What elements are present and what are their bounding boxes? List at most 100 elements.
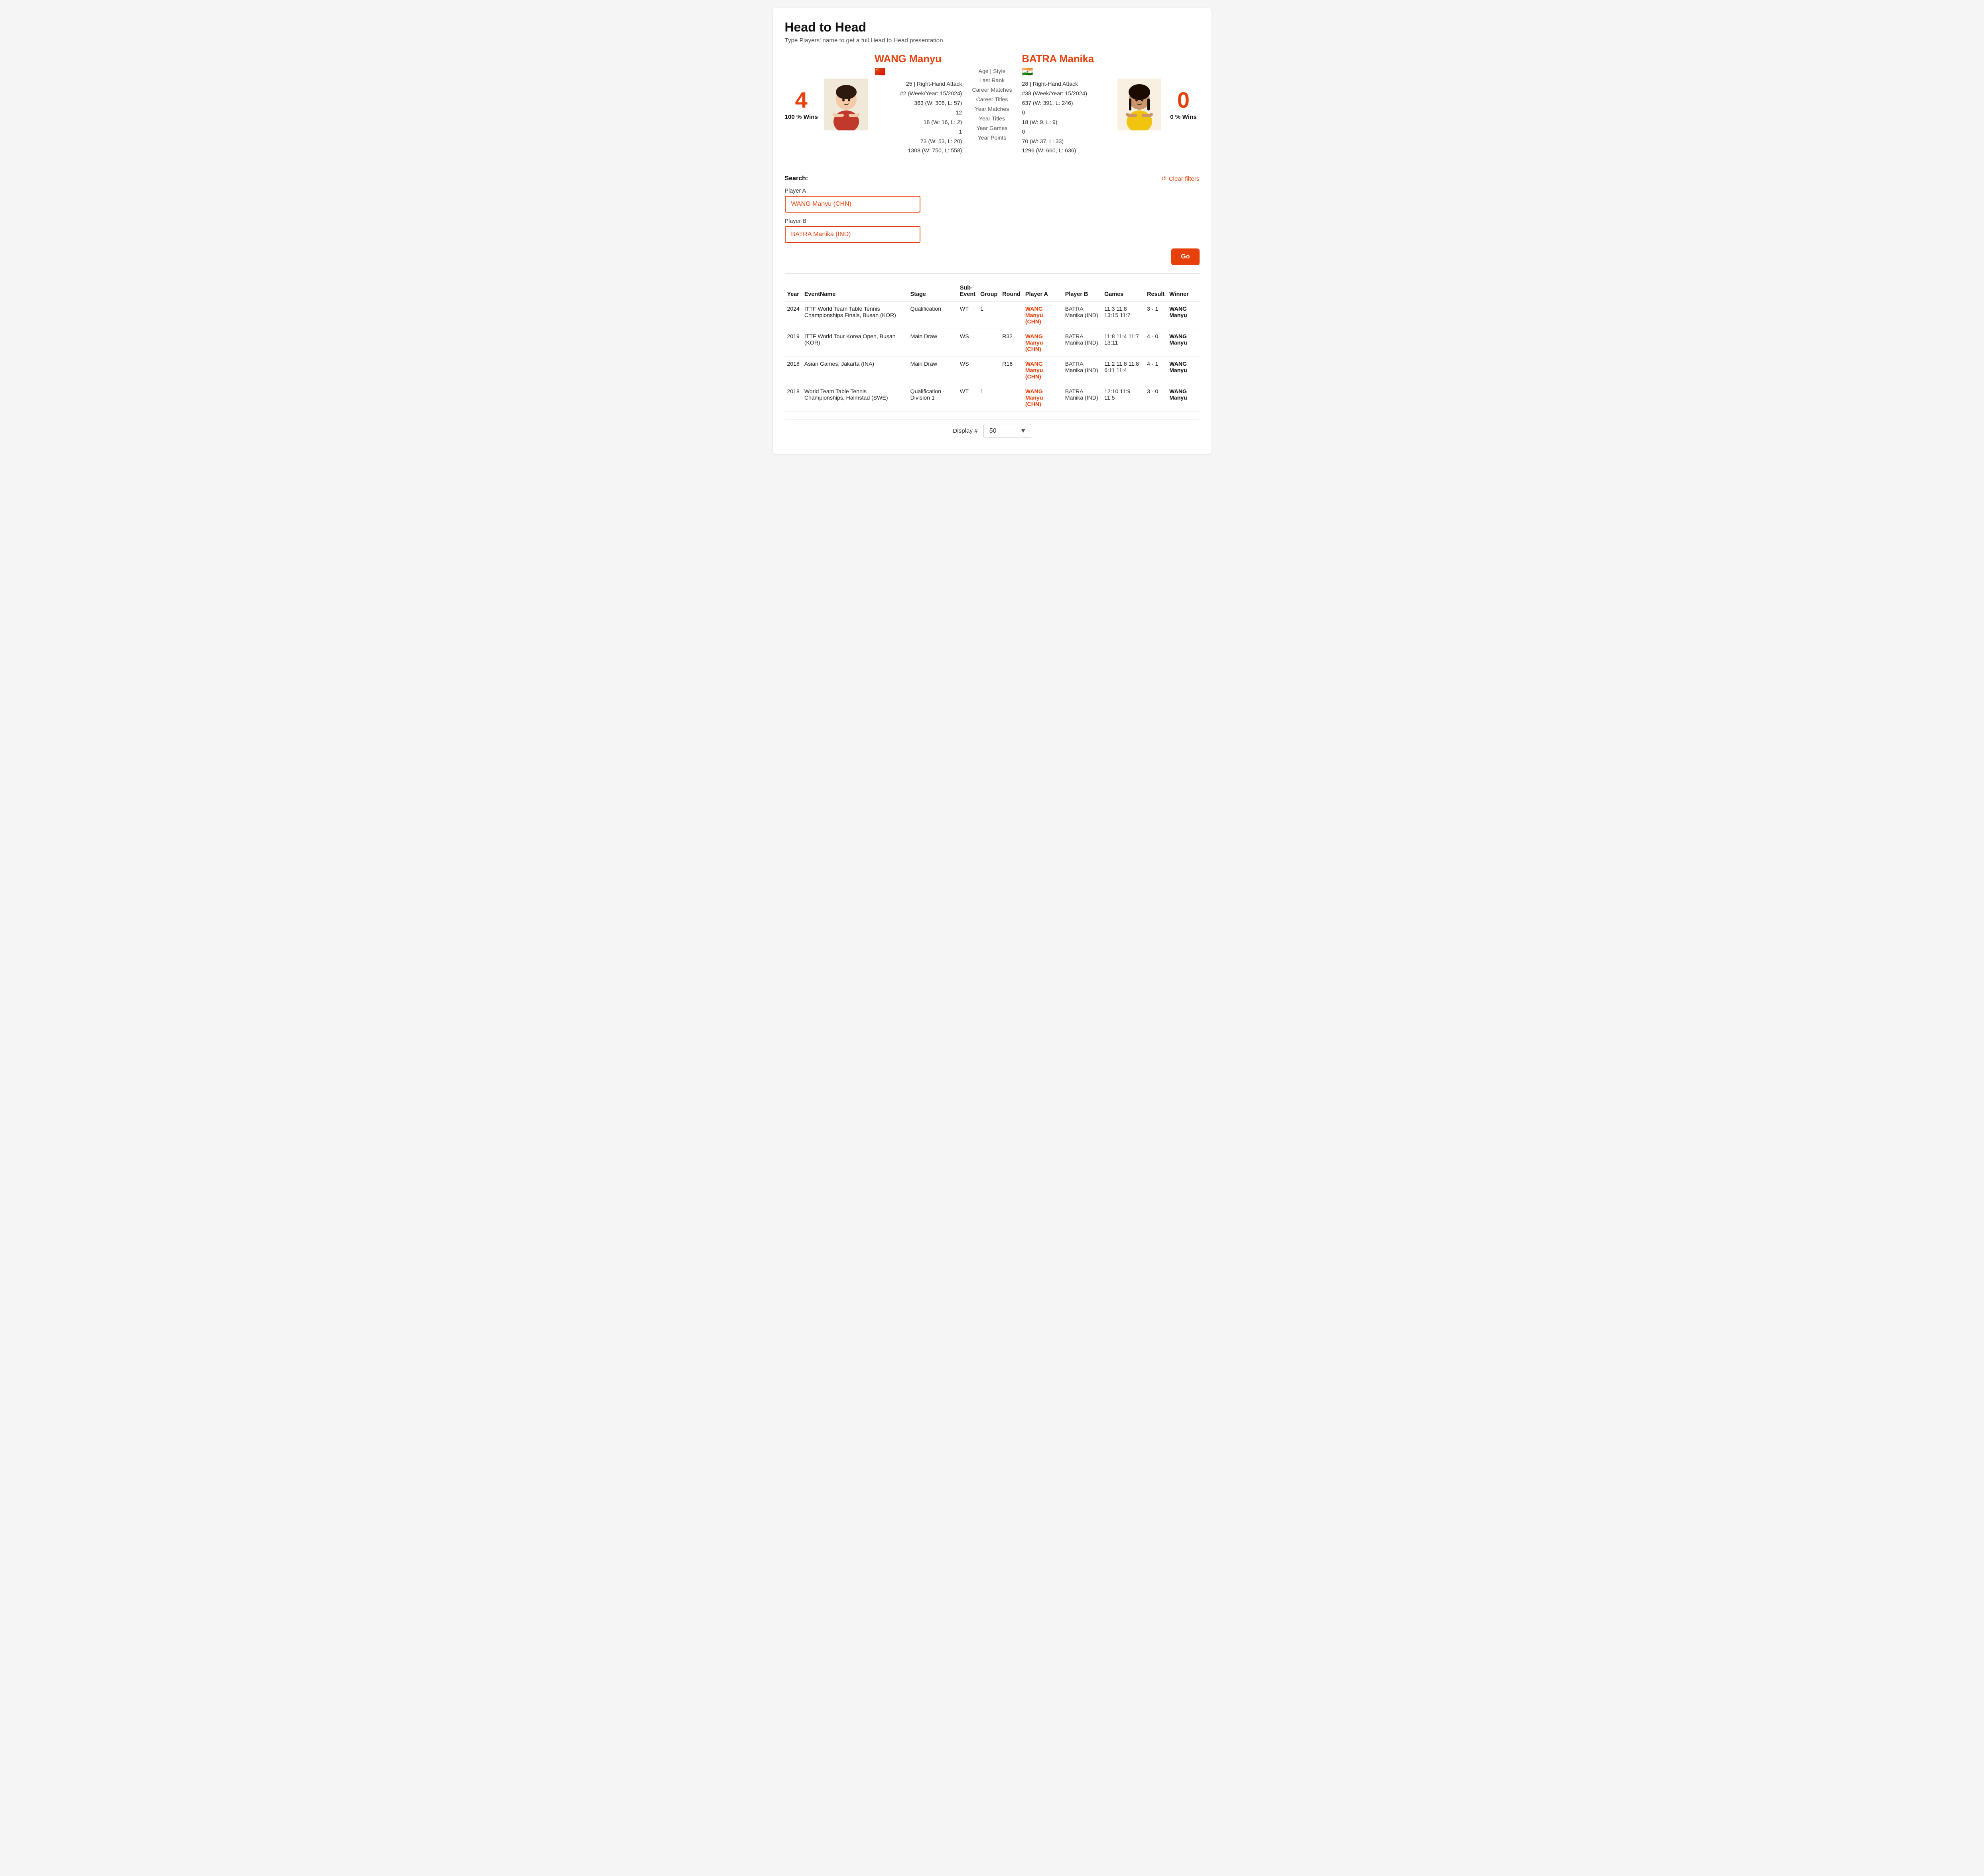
cell-group: 1 bbox=[978, 301, 1000, 329]
cell-games: 11:2 11:8 11:8 6:11 11:4 bbox=[1102, 357, 1145, 384]
search-section: Search: ↺ Clear filters Player A Player … bbox=[785, 175, 1200, 265]
player-b-field-group: Player B bbox=[785, 218, 1200, 243]
go-button-row: Go bbox=[785, 248, 1200, 265]
table-row: 2018 World Team Table Tennis Championshi… bbox=[785, 384, 1200, 412]
cell-round: R16 bbox=[1000, 357, 1023, 384]
cell-stage: Qualification - Division 1 bbox=[908, 384, 958, 412]
search-header: Search: ↺ Clear filters bbox=[785, 175, 1200, 182]
cell-winner: WANG Manyu bbox=[1167, 301, 1199, 329]
player-b-flag: 🇮🇳 bbox=[1022, 67, 1111, 77]
player-b-wins-number: 0 bbox=[1177, 89, 1190, 111]
page-title: Head to Head bbox=[785, 20, 1200, 35]
cell-round: R32 bbox=[1000, 329, 1023, 357]
col-year: Year bbox=[785, 282, 802, 301]
cell-subevent: WT bbox=[958, 384, 978, 412]
cell-games: 12:10 11:9 11:5 bbox=[1102, 384, 1145, 412]
cell-subevent: WS bbox=[958, 357, 978, 384]
cell-result: 4 - 0 bbox=[1145, 329, 1167, 357]
search-label: Search: bbox=[785, 175, 808, 182]
player-a-wins-number: 4 bbox=[795, 89, 808, 111]
reset-icon: ↺ bbox=[1161, 175, 1166, 182]
h2h-stats: 4 100 % Wins bbox=[785, 53, 1200, 156]
cell-event: ITTF World Team Table Tennis Championshi… bbox=[802, 301, 908, 329]
cell-games: 11:8 11:4 11:7 13:11 bbox=[1102, 329, 1145, 357]
player-a-name: WANG Manyu bbox=[875, 53, 962, 65]
cell-player-b: BATRA Manika (IND) bbox=[1063, 384, 1102, 412]
cell-subevent: WT bbox=[958, 301, 978, 329]
cell-player-a: WANG Manyu (CHN) bbox=[1023, 384, 1063, 412]
col-player-b: Player B bbox=[1063, 282, 1102, 301]
player-a-flag: 🇨🇳 bbox=[875, 67, 962, 77]
cell-stage: Main Draw bbox=[908, 329, 958, 357]
cell-result: 3 - 0 bbox=[1145, 384, 1167, 412]
page-subtitle: Type Players' name to get a full Head to… bbox=[785, 37, 1200, 44]
player-b-photo bbox=[1117, 79, 1161, 130]
col-stage: Stage bbox=[908, 282, 958, 301]
col-winner: Winner bbox=[1167, 282, 1199, 301]
player-a-photo bbox=[824, 79, 868, 130]
player-b-field-label: Player B bbox=[785, 218, 1200, 225]
player-a-input[interactable] bbox=[785, 196, 920, 213]
go-button[interactable]: Go bbox=[1171, 248, 1199, 265]
player-a-side: 4 100 % Wins bbox=[785, 53, 962, 156]
cell-subevent: WS bbox=[958, 329, 978, 357]
divider-2 bbox=[785, 273, 1200, 274]
player-b-input[interactable] bbox=[785, 226, 920, 243]
table-row: 2018 Asian Games, Jakarta (INA) Main Dra… bbox=[785, 357, 1200, 384]
cell-player-b: BATRA Manika (IND) bbox=[1063, 357, 1102, 384]
player-b-stats: 28 | Right-Hand Attack #38 (Week/Year: 1… bbox=[1022, 79, 1111, 156]
table-row: 2024 ITTF World Team Table Tennis Champi… bbox=[785, 301, 1200, 329]
cell-event: World Team Table Tennis Championships, H… bbox=[802, 384, 908, 412]
cell-group bbox=[978, 357, 1000, 384]
display-select[interactable]: 102550100 bbox=[983, 424, 1031, 438]
clear-filters-button[interactable]: ↺ Clear filters bbox=[1161, 175, 1200, 182]
cell-year: 2018 bbox=[785, 357, 802, 384]
player-b-name: BATRA Manika bbox=[1022, 53, 1111, 65]
col-group: Group bbox=[978, 282, 1000, 301]
player-a-wins-label: 100 % Wins bbox=[785, 114, 818, 120]
cell-player-b: BATRA Manika (IND) bbox=[1063, 301, 1102, 329]
display-select-wrapper: 102550100 ▼ bbox=[983, 424, 1031, 438]
display-row: Display # 102550100 ▼ bbox=[785, 420, 1200, 442]
cell-round bbox=[1000, 301, 1023, 329]
cell-result: 3 - 1 bbox=[1145, 301, 1167, 329]
cell-winner: WANG Manyu bbox=[1167, 357, 1199, 384]
player-b-info: BATRA Manika 🇮🇳 28 | Right-Hand Attack #… bbox=[1022, 53, 1111, 156]
results-table: Year EventName Stage Sub-Event Group Rou… bbox=[785, 282, 1200, 412]
col-round: Round bbox=[1000, 282, 1023, 301]
cell-year: 2024 bbox=[785, 301, 802, 329]
col-event: EventName bbox=[802, 282, 908, 301]
col-games: Games bbox=[1102, 282, 1145, 301]
cell-stage: Qualification bbox=[908, 301, 958, 329]
cell-year: 2018 bbox=[785, 384, 802, 412]
col-result: Result bbox=[1145, 282, 1167, 301]
cell-player-b: BATRA Manika (IND) bbox=[1063, 329, 1102, 357]
player-a-field-label: Player A bbox=[785, 188, 1200, 194]
cell-stage: Main Draw bbox=[908, 357, 958, 384]
cell-player-a: WANG Manyu (CHN) bbox=[1023, 301, 1063, 329]
main-container: Head to Head Type Players' name to get a… bbox=[773, 8, 1212, 454]
cell-winner: WANG Manyu bbox=[1167, 384, 1199, 412]
cell-round bbox=[1000, 384, 1023, 412]
player-b-wins-label: 0 % Wins bbox=[1170, 114, 1197, 120]
center-stat-labels: Age | Style Last Rank Career Matches Car… bbox=[966, 67, 1018, 143]
player-a-info: WANG Manyu 🇨🇳 25 | Right-Hand Attack #2 … bbox=[875, 53, 962, 156]
player-a-field-group: Player A bbox=[785, 188, 1200, 213]
player-b-wins-block: 0 0 % Wins bbox=[1168, 89, 1200, 120]
player-a-stats: 25 | Right-Hand Attack #2 (Week/Year: 15… bbox=[875, 79, 962, 156]
col-subevent: Sub-Event bbox=[958, 282, 978, 301]
cell-result: 4 - 1 bbox=[1145, 357, 1167, 384]
cell-player-a: WANG Manyu (CHN) bbox=[1023, 329, 1063, 357]
cell-group: 1 bbox=[978, 384, 1000, 412]
cell-player-a: WANG Manyu (CHN) bbox=[1023, 357, 1063, 384]
table-row: 2019 ITTF World Tour Korea Open, Busan (… bbox=[785, 329, 1200, 357]
cell-games: 11:3 11:8 13:15 11:7 bbox=[1102, 301, 1145, 329]
cell-event: ITTF World Tour Korea Open, Busan (KOR) bbox=[802, 329, 908, 357]
player-a-wins-block: 4 100 % Wins bbox=[785, 89, 818, 120]
col-player-a: Player A bbox=[1023, 282, 1063, 301]
cell-event: Asian Games, Jakarta (INA) bbox=[802, 357, 908, 384]
cell-year: 2019 bbox=[785, 329, 802, 357]
player-b-side: 0 0 % Wins bbox=[1022, 53, 1200, 156]
table-header-row: Year EventName Stage Sub-Event Group Rou… bbox=[785, 282, 1200, 301]
clear-filters-label: Clear filters bbox=[1169, 175, 1200, 182]
